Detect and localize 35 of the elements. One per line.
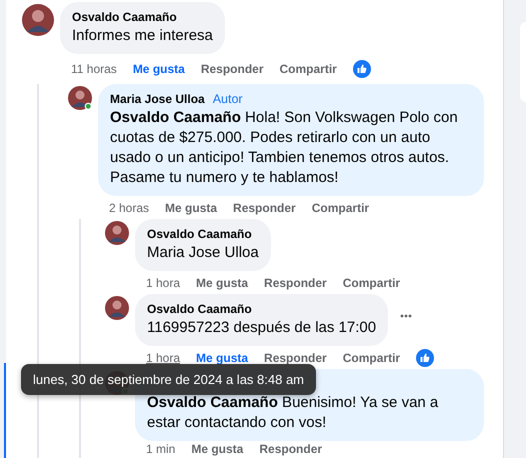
reply-link[interactable]: Responder (264, 350, 327, 364)
share-link[interactable]: Compartir (342, 350, 400, 364)
like-link[interactable]: Me gusta (196, 276, 248, 290)
comment-time[interactable]: 1 hora (146, 350, 180, 364)
avatar[interactable] (68, 86, 92, 110)
author-name[interactable]: Osvaldo Caamaño (147, 301, 252, 318)
share-link[interactable]: Compartir (312, 200, 370, 214)
comment-text: Osvaldo Caamaño Hola! Son Volkswagen Polo con cuotas de $275.000. Podes retirarlo con un auto usado o un anticipo! Tambien tenemos otros autos. Pasame tu numero y te hablamos! (110, 108, 459, 188)
comment-time[interactable]: 1 min (146, 442, 176, 456)
comment-time[interactable]: 2 horas (109, 200, 150, 214)
comment-text: Osvaldo Caamaño Buenisimo! Ya se van a estar contactando con vos! (147, 393, 440, 433)
comment-time[interactable]: 11 horas (71, 62, 117, 76)
reply-link[interactable]: Responder (264, 276, 327, 290)
like-link[interactable]: Me gusta (165, 200, 218, 214)
reply-link[interactable]: Responder (233, 200, 296, 214)
like-link[interactable]: Me gusta (191, 442, 244, 456)
comment-text: 1169957223 después de las 17:00 (147, 318, 376, 338)
avatar[interactable] (105, 221, 129, 245)
avatar[interactable] (105, 296, 129, 320)
author-label: Autor (212, 91, 243, 108)
more-icon (400, 314, 412, 318)
author-name[interactable]: Osvaldo Caamaño (147, 226, 252, 243)
like-link[interactable]: Me gusta (132, 62, 185, 76)
comment-text: Informes me interesa (72, 26, 213, 46)
reply-link[interactable]: Responder (259, 442, 322, 456)
author-name[interactable]: Maria Jose Ulloa (110, 91, 205, 108)
share-link[interactable]: Compartir (342, 276, 400, 290)
author-name[interactable]: Osvaldo Caamaño (72, 9, 177, 26)
share-link[interactable]: Compartir (280, 62, 337, 76)
avatar[interactable] (22, 4, 54, 36)
reply-link[interactable]: Responder (200, 62, 264, 76)
like-link[interactable]: Me gusta (196, 350, 248, 364)
date-tooltip: lunes, 30 de septiembre de 2024 a las 8:48 am (21, 364, 316, 395)
comment-text: Maria Jose Ulloa (147, 243, 259, 263)
comment-time[interactable]: 1 hora (146, 276, 180, 290)
